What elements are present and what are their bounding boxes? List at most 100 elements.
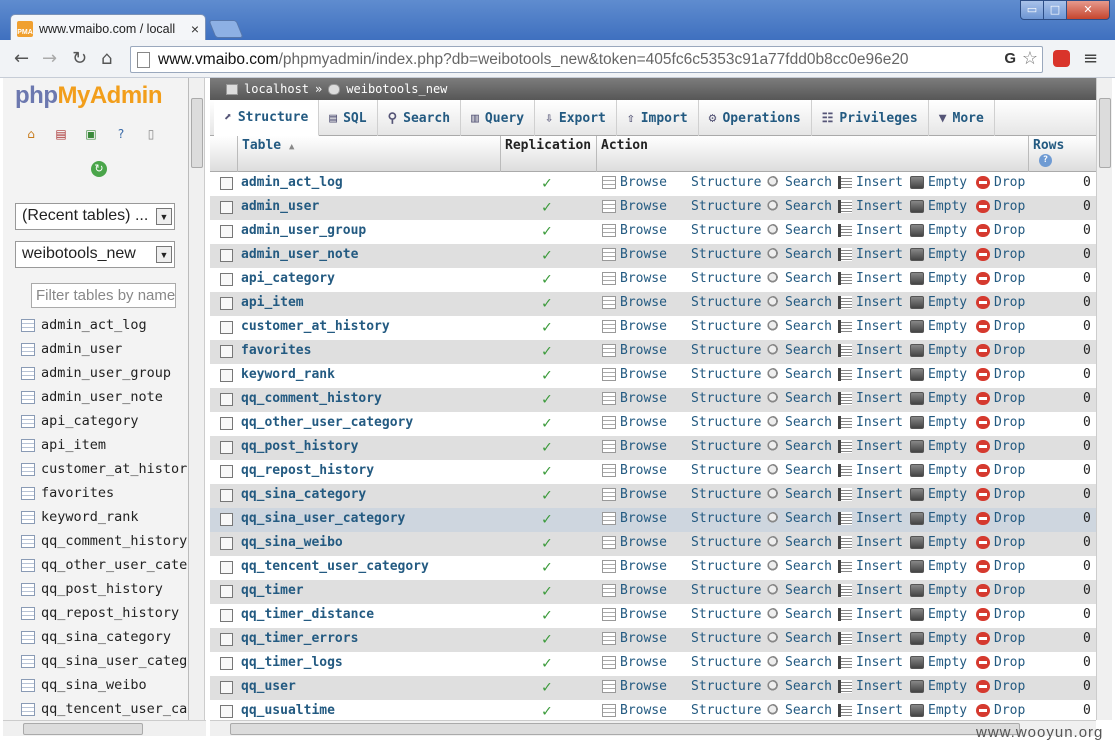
browse-action[interactable]: Browse [602,391,667,406]
forward-icon[interactable]: → [42,49,57,69]
browse-action[interactable]: Browse [602,367,667,382]
tab-sql[interactable]: ▤ SQL [319,100,378,136]
browse-action[interactable]: Browse [602,247,667,262]
search-action[interactable]: Search [767,583,832,598]
row-checkbox[interactable] [220,417,233,430]
row-checkbox[interactable] [220,273,233,286]
structure-action[interactable]: Structure [673,343,761,358]
drop-action[interactable]: Drop [976,439,1025,454]
table-name-link[interactable]: api_category [241,271,335,286]
search-action[interactable]: Search [767,271,832,286]
browse-action[interactable]: Browse [602,271,667,286]
drop-action[interactable]: Drop [976,271,1025,286]
nav-table-item[interactable]: qq_other_user_categ [21,553,188,577]
tab-close-icon[interactable]: × [191,21,199,37]
browse-action[interactable]: Browse [602,487,667,502]
structure-action[interactable]: Structure [673,511,761,526]
insert-action[interactable]: Insert [838,319,903,334]
table-name-link[interactable]: qq_other_user_category [241,415,413,430]
bookmark-star-icon[interactable]: ☆ [1022,48,1038,69]
empty-action[interactable]: Empty [910,439,967,454]
row-checkbox[interactable] [220,609,233,622]
tab-privileges[interactable]: ☷ Privileges [812,100,929,136]
row-checkbox[interactable] [220,513,233,526]
search-action[interactable]: Search [767,655,832,670]
drop-action[interactable]: Drop [976,223,1025,238]
table-name-link[interactable]: qq_timer_logs [241,655,343,670]
translate-icon[interactable]: G [1004,50,1016,67]
table-row[interactable]: customer_at_history ✓ Browse Structure Searc… [210,316,1096,340]
table-name-link[interactable]: qq_user [241,679,296,694]
table-name-link[interactable]: admin_user [241,199,319,214]
search-action[interactable]: Search [767,319,832,334]
empty-action[interactable]: Empty [910,343,967,358]
insert-action[interactable]: Insert [838,487,903,502]
row-checkbox[interactable] [220,321,233,334]
insert-action[interactable]: Insert [838,607,903,622]
table-name-link[interactable]: qq_repost_history [241,463,374,478]
header-table[interactable]: Table ▲ [242,138,294,153]
home-icon[interactable]: ⌂ [101,49,112,69]
maximize-button[interactable]: □ [1043,0,1067,20]
table-row[interactable]: admin_user ✓ Browse Structure Search Insert Em… [210,196,1096,220]
drop-action[interactable]: Drop [976,199,1025,214]
table-name-link[interactable]: qq_sina_weibo [241,535,343,550]
rows-help-icon[interactable]: ? [1039,154,1052,167]
drop-action[interactable]: Drop [976,247,1025,262]
drop-action[interactable]: Drop [976,679,1025,694]
table-name-link[interactable]: qq_post_history [241,439,358,454]
insert-action[interactable]: Insert [838,583,903,598]
insert-action[interactable]: Insert [838,511,903,526]
table-row[interactable]: qq_other_user_category ✓ Browse Structure Se… [210,412,1096,436]
row-checkbox[interactable] [220,465,233,478]
empty-action[interactable]: Empty [910,271,967,286]
table-row[interactable]: admin_act_log ✓ Browse Structure Search Inser… [210,172,1096,196]
empty-action[interactable]: Empty [910,583,967,598]
structure-action[interactable]: Structure [673,535,761,550]
browse-action[interactable]: Browse [602,703,667,718]
nav-table-item[interactable]: keyword_rank [21,505,188,529]
empty-action[interactable]: Empty [910,703,967,718]
table-row[interactable]: favorites ✓ Browse Structure Search Insert Emp… [210,340,1096,364]
drop-action[interactable]: Drop [976,583,1025,598]
browse-action[interactable]: Browse [602,343,667,358]
search-action[interactable]: Search [767,343,832,358]
structure-action[interactable]: Structure [673,607,761,622]
drop-action[interactable]: Drop [976,415,1025,430]
table-row[interactable]: qq_comment_history ✓ Browse Structure Search… [210,388,1096,412]
browser-tab[interactable]: PMA www.vmaibo.com / locall × [10,14,206,42]
browse-action[interactable]: Browse [602,535,667,550]
page-scrollbar[interactable] [1096,78,1112,720]
empty-action[interactable]: Empty [910,319,967,334]
main-horizontal-scrollbar[interactable] [210,720,1096,736]
search-action[interactable]: Search [767,199,832,214]
drop-action[interactable]: Drop [976,175,1025,190]
search-action[interactable]: Search [767,487,832,502]
table-row[interactable]: qq_timer_errors ✓ Browse Structure Search Ins… [210,628,1096,652]
table-name-link[interactable]: admin_user_note [241,247,358,262]
search-action[interactable]: Search [767,439,832,454]
drop-action[interactable]: Drop [976,295,1025,310]
row-checkbox[interactable] [220,585,233,598]
tab-search[interactable]: ⚲ Search [378,100,462,136]
reload-nav-icon[interactable]: ↻ [91,161,107,177]
empty-action[interactable]: Empty [910,559,967,574]
table-row[interactable]: admin_user_note ✓ Browse Structure Search Ins… [210,244,1096,268]
tab-structure[interactable]: ⬈ Structure [214,100,320,136]
table-name-link[interactable]: admin_act_log [241,175,343,190]
structure-action[interactable]: Structure [673,199,761,214]
home-icon[interactable]: ⌂ [23,126,39,142]
structure-action[interactable]: Structure [673,631,761,646]
table-row[interactable]: qq_repost_history ✓ Browse Structure Search I… [210,460,1096,484]
nav-table-item[interactable]: qq_repost_history [21,601,188,625]
structure-action[interactable]: Structure [673,559,761,574]
insert-action[interactable]: Insert [838,271,903,286]
empty-action[interactable]: Empty [910,415,967,430]
recent-tables-select[interactable]: (Recent tables) ... ▼ [15,203,175,230]
search-action[interactable]: Search [767,463,832,478]
search-action[interactable]: Search [767,559,832,574]
search-action[interactable]: Search [767,415,832,430]
empty-action[interactable]: Empty [910,247,967,262]
nav-table-item[interactable]: qq_comment_history [21,529,188,553]
search-action[interactable]: Search [767,175,832,190]
